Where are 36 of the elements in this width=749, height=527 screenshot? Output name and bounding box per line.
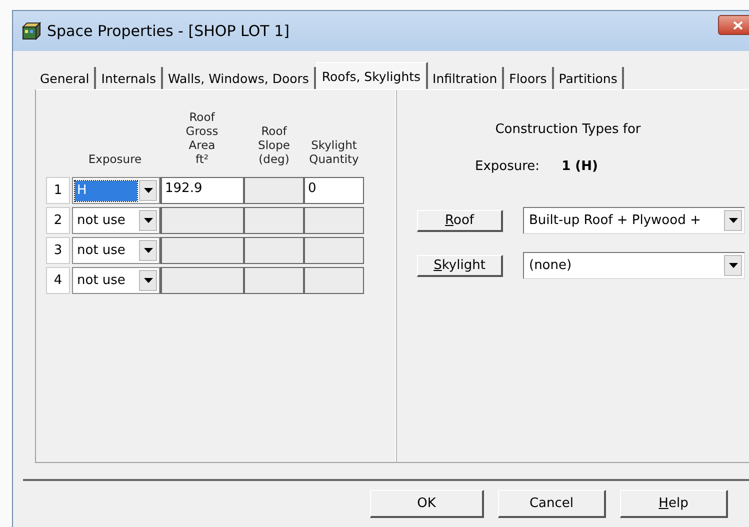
close-button[interactable] [718,15,749,35]
exposure-dropdown[interactable]: not use [72,237,160,264]
input-field[interactable]: 192.9 [160,177,244,204]
caret-icon [144,278,152,283]
exposure-dropdown[interactable]: not use [72,267,160,294]
caret-icon [144,218,152,223]
caret-icon [728,218,738,223]
building-icon [21,22,41,40]
exposure-dropdown[interactable]: H [72,177,160,204]
dialog-button[interactable]: OK [370,490,484,518]
exposure-dropdown[interactable]: not use [72,207,160,234]
caret-icon [144,188,152,193]
exposure-value: 1 (H) [562,159,598,174]
construction-dropdown[interactable]: Built-up Roof + Plywood + [523,207,745,234]
dialog-button[interactable]: Cancel [498,490,606,518]
window-title: Space Properties - [SHOP LOT 1] [47,22,290,40]
row-number: 2 [46,207,70,234]
row-number: 1 [46,177,70,204]
column-header: Skylight Quantity [308,137,360,168]
column-header: Exposure [87,151,143,168]
construction-button[interactable]: Roof [417,210,503,232]
close-icon [733,20,743,30]
input-field[interactable]: 0 [304,177,364,204]
construction-button[interactable]: Skylight [417,254,503,276]
column-header: Roof Gross Area ft² [184,110,220,168]
tab[interactable]: Infiltration [428,67,504,89]
column-header: Roof Slope (deg) [257,123,291,168]
tab[interactable]: Roofs, Skylights [316,62,428,89]
row-number: 3 [46,237,70,264]
row-number: 4 [46,267,70,294]
dialog-button[interactable]: Help [620,490,728,518]
exposure-label: Exposure: [475,159,540,174]
caret-icon [728,263,738,268]
section-heading: Construction Types for [495,122,641,137]
caret-icon [144,248,152,253]
construction-dropdown[interactable]: (none) [523,252,745,279]
